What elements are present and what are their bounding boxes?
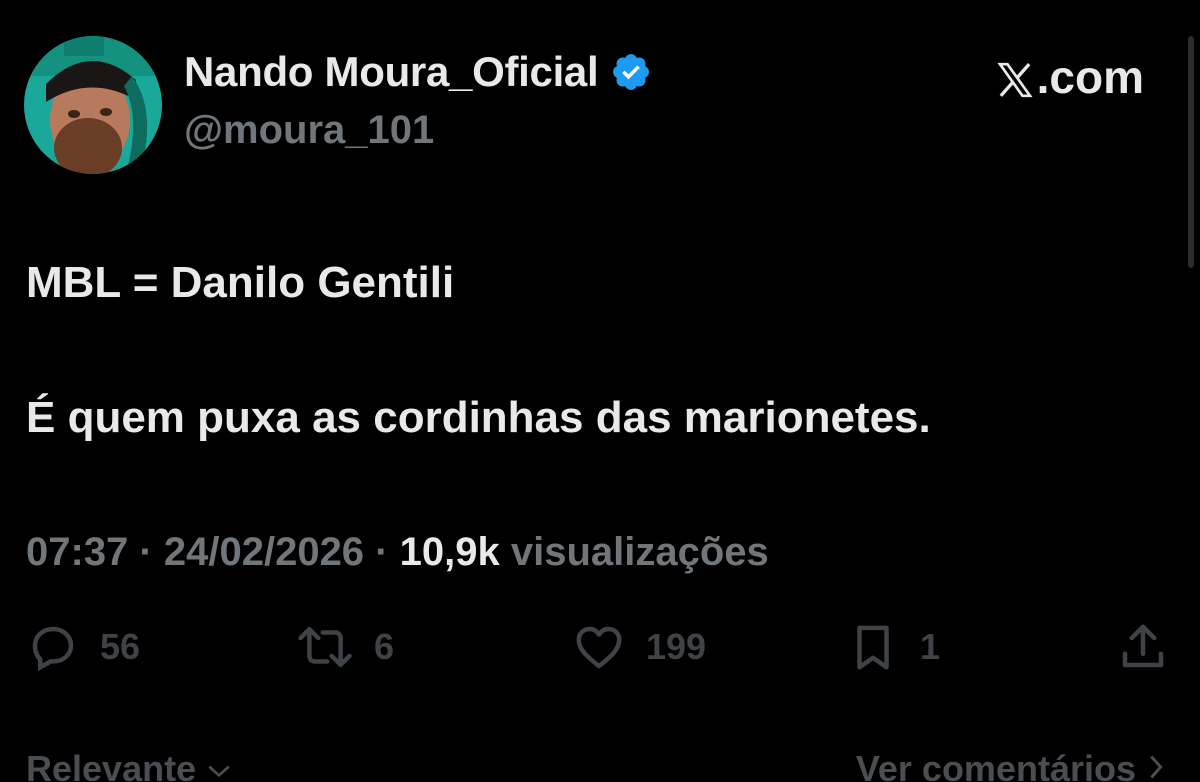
like-button[interactable]: 199 <box>572 620 706 674</box>
tweet-time[interactable]: 07:37 <box>26 530 128 574</box>
repost-count: 6 <box>374 626 395 667</box>
meta-separator: · <box>128 530 164 574</box>
x-logo-icon <box>995 57 1035 98</box>
view-comments-link[interactable]: Ver comentários <box>856 748 1166 782</box>
bookmark-icon <box>857 625 889 670</box>
views-label: visualizações <box>510 530 769 574</box>
tweet-meta: 07:37 · 24/02/2026 · 10,9k visualizações <box>26 530 769 575</box>
views-count: 10,9k <box>399 530 500 574</box>
reply-count: 56 <box>100 626 141 667</box>
reply-icon <box>32 626 74 672</box>
like-count: 199 <box>646 626 707 667</box>
share-button[interactable] <box>1116 620 1170 674</box>
share-icon <box>1122 624 1164 668</box>
author-name-text: Nando Moura_Oficial <box>184 48 599 95</box>
tweet-date[interactable]: 24/02/2026 <box>164 530 364 574</box>
tweet-text-line-1: MBL = Danilo Gentili <box>26 258 455 307</box>
source-label: .com <box>1036 51 1144 103</box>
author-handle[interactable]: @moura_101 <box>184 108 434 153</box>
bookmark-count: 1 <box>920 626 941 667</box>
sort-label: Relevante <box>26 748 197 782</box>
repost-icon <box>298 626 352 668</box>
tweet-text-line-2: É quem puxa as cordinhas das marionetes. <box>26 393 931 442</box>
author-display-name[interactable]: Nando Moura_Oficial <box>184 48 652 96</box>
verified-badge-icon <box>610 51 652 93</box>
avatar-image <box>24 36 162 174</box>
avatar[interactable] <box>24 36 162 174</box>
chevron-down-icon <box>206 748 232 782</box>
repost-button[interactable]: 6 <box>296 620 394 674</box>
scrollbar[interactable] <box>1188 36 1194 268</box>
action-bar: 56 6 199 1 <box>0 620 1200 690</box>
meta-separator: · <box>364 530 400 574</box>
view-comments-label: Ver comentários <box>855 748 1136 782</box>
reply-button[interactable]: 56 <box>26 620 140 674</box>
heart-icon <box>576 626 622 669</box>
chevron-right-icon <box>1146 748 1166 782</box>
sort-dropdown[interactable]: Relevante <box>26 748 232 782</box>
source-watermark: .com <box>995 50 1144 104</box>
bookmark-button[interactable]: 1 <box>846 620 940 674</box>
